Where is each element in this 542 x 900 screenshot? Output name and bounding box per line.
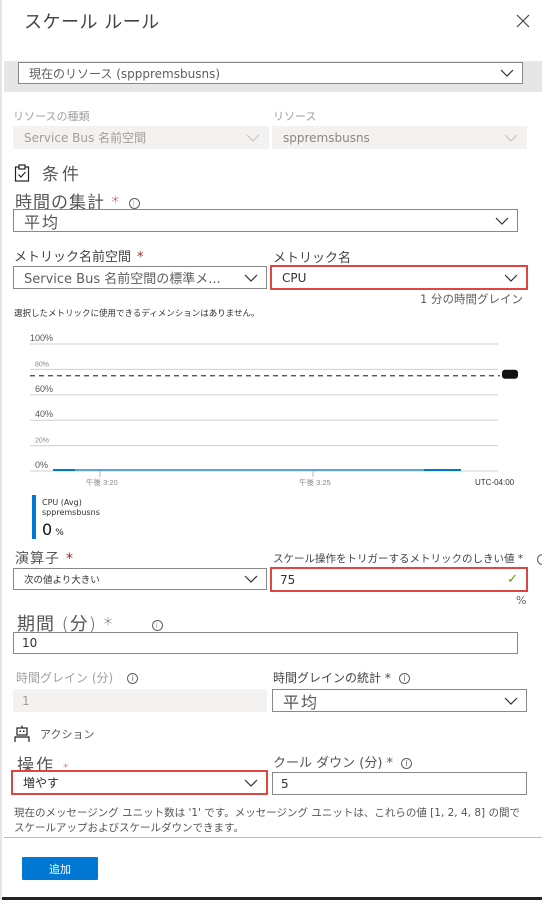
threshold-label-text: スケール操作をトリガーするメトリックのしきい値 * [273, 553, 524, 565]
threshold-value: 75 [280, 572, 296, 587]
y-tick-label: 20% [35, 438, 49, 445]
duration-value: 10 [22, 636, 38, 650]
action-header: アクション [14, 725, 94, 743]
required-marker: * [137, 250, 144, 265]
duration-input[interactable]: 10 [13, 632, 518, 654]
y-tick-label: 60% [35, 384, 53, 394]
metric-namespace-label-text: メトリック名前空間 [14, 250, 132, 265]
metric-namespace-label: メトリック名前空間 * [14, 246, 144, 265]
y-tick-label: 100% [30, 333, 53, 343]
condition-heading: 条件 [42, 165, 82, 185]
operator-value: 次の値より大きい [24, 575, 100, 586]
metric-namespace-dropdown[interactable]: Service Bus 名前空間の標準メ... [13, 266, 267, 289]
threshold-label: スケール操作をトリガーするメトリックのしきい値 * i [273, 551, 542, 566]
time-grain-label-text: 時間グレイン (分) [16, 671, 114, 685]
info-icon[interactable]: i [151, 619, 163, 631]
metric-chart: 100% 80% 60% 40% 20% 0% 午後 3:20 午後 3:25 UTC-04:0… [30, 330, 524, 495]
messaging-unit-note-line2: スケールアップおよびスケールダウンできます。 [14, 822, 244, 834]
chevron-down-icon [500, 690, 522, 711]
chevron-down-icon [242, 127, 264, 148]
chevron-down-icon [240, 772, 262, 793]
timezone-label: UTC-04:00 [475, 478, 515, 487]
info-icon[interactable]: i [401, 758, 413, 769]
resource-dropdown: sppremsbusns [272, 126, 527, 149]
time-grain-stat-dropdown[interactable]: 平均 [272, 689, 527, 712]
legend-series-label: CPU (Avg) [42, 498, 82, 507]
time-grain-stat-value: 平均 [283, 692, 320, 712]
legend-value: 0% [42, 520, 64, 539]
cooldown-input[interactable]: 5 [272, 772, 527, 795]
info-icon[interactable]: i [398, 673, 410, 684]
resource-type-dropdown: Service Bus 名前空間 [13, 126, 269, 149]
threshold-input[interactable]: 75 ✓ [270, 567, 528, 592]
info-icon[interactable]: i [537, 553, 542, 565]
operation-value: 増やす [23, 776, 60, 790]
metric-name-label: メトリック名 [273, 251, 352, 266]
chevron-down-icon [500, 267, 522, 288]
panel-title: スケール ルール [24, 12, 160, 33]
chevron-down-icon [240, 569, 262, 589]
threshold-handle [502, 369, 518, 379]
threshold-unit: % [516, 594, 527, 607]
time-aggregation-dropdown[interactable]: 平均 [13, 209, 518, 232]
chevron-down-icon [500, 127, 522, 148]
metric-name-value: CPU [282, 270, 307, 285]
chevron-down-icon [240, 267, 262, 288]
metric-name-dropdown[interactable]: CPU [270, 265, 528, 290]
valid-check-icon: ✓ [507, 572, 518, 587]
time-aggregation-value: 平均 [24, 212, 61, 232]
metric-time-grain-hint: 1 分の時間グレイン [420, 292, 523, 306]
x-tick-label: 午後 3:20 [86, 477, 118, 487]
scale-rule-panel: スケール ルール 現在のリソース (spppremsbusns) リソースの種類… [0, 0, 542, 900]
y-tick-label: 80% [35, 361, 49, 368]
time-grain-stat-label-text: 時間グレインの統計 * [273, 671, 391, 685]
operator-label-text: 演算子 [15, 551, 60, 567]
time-grain-value: 1 [22, 693, 30, 708]
dimension-note: 選択したメトリックに使用できるディメンションはありません。 [14, 309, 260, 319]
y-tick-label: 0% [35, 460, 48, 470]
operator-label: 演算子 * [15, 548, 74, 568]
operator-dropdown[interactable]: 次の値より大きい [13, 568, 267, 590]
time-grain-label: 時間グレイン (分) i [16, 669, 139, 686]
time-grain-input: 1 [13, 689, 267, 712]
resource-type-value: Service Bus 名前空間 [24, 131, 147, 145]
legend-color-bar [32, 495, 36, 539]
chevron-down-icon [496, 63, 518, 83]
cooldown-label-text: クール ダウン (分) * [273, 756, 394, 771]
info-icon[interactable]: i [128, 197, 140, 209]
resource-value: sppremsbusns [283, 130, 370, 145]
scope-value: 現在のリソース (spppremsbusns) [29, 66, 221, 81]
messaging-unit-note: 現在のメッセージング ユニット数は '1' です。メッセージング ユニットは、こ… [14, 806, 534, 836]
metric-namespace-value: Service Bus 名前空間の標準メ... [24, 272, 221, 287]
robot-icon [14, 725, 30, 742]
y-tick-label: 40% [35, 409, 53, 419]
cooldown-label: クール ダウン (分) * i [273, 752, 413, 771]
chevron-down-icon [491, 210, 513, 231]
close-button[interactable] [514, 12, 532, 30]
metric-chart-svg: 100% 80% 60% 40% 20% 0% 午後 3:20 午後 3:25 UTC-04:0… [30, 333, 518, 487]
action-heading: アクション [40, 728, 95, 741]
chart-legend: CPU (Avg) sppremsbusns 0% [32, 495, 182, 540]
legend-value-unit: % [55, 528, 64, 538]
legend-value-number: 0 [42, 520, 53, 539]
resource-type-label: リソースの種類 [13, 110, 90, 123]
add-button[interactable]: 追加 [22, 857, 98, 880]
messaging-unit-note-line1: 現在のメッセージング ユニット数は '1' です。メッセージング ユニットは、こ… [14, 807, 520, 819]
legend-resource-label: sppremsbusns [42, 508, 100, 517]
time-grain-stat-label: 時間グレインの統計 * i [273, 669, 410, 686]
cooldown-value: 5 [281, 776, 289, 791]
x-tick-label: 午後 3:25 [299, 477, 331, 487]
info-icon[interactable]: i [127, 673, 139, 684]
operation-dropdown[interactable]: 増やす [11, 770, 268, 795]
scope-dropdown[interactable]: 現在のリソース (spppremsbusns) [18, 62, 523, 84]
close-icon [516, 14, 530, 28]
required-marker: * [66, 551, 74, 567]
footer-divider [4, 837, 542, 838]
condition-header: 条件 [14, 160, 82, 185]
resource-label: リソース [273, 110, 317, 123]
clipboard-check-icon [14, 163, 30, 182]
